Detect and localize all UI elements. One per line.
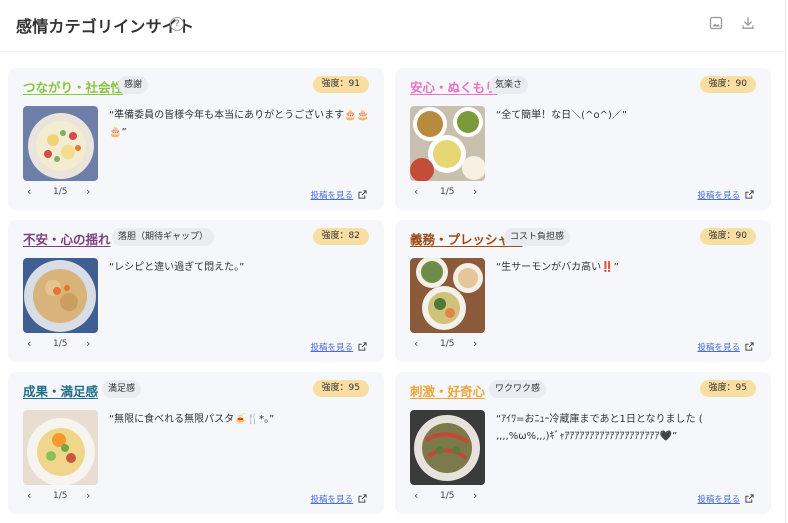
page-count: 1/5	[440, 187, 455, 197]
image-icon[interactable]	[709, 16, 723, 30]
scrollbar-divider	[785, 0, 786, 523]
strength-badge: 強度：91	[312, 76, 369, 93]
chevron-left-icon[interactable]: ‹	[414, 490, 418, 502]
view-post-label: 投稿を見る	[697, 191, 740, 201]
page: 感情カテゴリインサイト ? つながり・社会性 感謝 強度：91 “準備委員の皆様…	[0, 0, 788, 523]
pagination: ‹ 1/5 ›	[23, 186, 98, 200]
pagination: ‹ 1/5 ›	[410, 338, 485, 352]
post-thumbnail[interactable]	[23, 106, 98, 181]
post-thumbnail[interactable]	[410, 410, 485, 485]
emotion-card: 刺激・好奇心 ワクワク感 強度：95 “ｱｲﾜ=おﾆｭｰ冷蔵庫まであと1日となり…	[395, 372, 771, 514]
view-post-link[interactable]: 投稿を見る	[697, 493, 754, 505]
chevron-right-icon[interactable]: ›	[473, 186, 477, 198]
chevron-left-icon[interactable]: ‹	[27, 186, 31, 198]
external-link-icon	[745, 342, 754, 351]
post-thumbnail[interactable]	[23, 410, 98, 485]
post-quote: “ｱｲﾜ=おﾆｭｰ冷蔵庫まであと1日となりました ( ,,,,%ω%,,,)ｷﾞ…	[496, 414, 703, 442]
view-post-label: 投稿を見る	[310, 191, 353, 201]
external-link-icon	[358, 190, 367, 199]
chevron-right-icon[interactable]: ›	[86, 338, 90, 350]
post-quote: “生サーモンがバカ高い‼️”	[496, 262, 619, 273]
strength-badge: 強度：82	[312, 228, 369, 245]
category-link[interactable]: 安心・ぬくもり	[410, 77, 498, 96]
view-post-label: 投稿を見る	[310, 343, 353, 353]
download-icon[interactable]	[741, 16, 755, 30]
external-link-icon	[745, 494, 754, 503]
post-thumbnail[interactable]	[410, 258, 485, 333]
category-link[interactable]: つながり・社会性	[23, 77, 123, 96]
page-count: 1/5	[53, 187, 68, 197]
emotion-tag: ワクワク感	[489, 380, 547, 398]
post-quote: “準備委員の皆様今年も本当にありがとうございます🎂🎂🎂”	[109, 110, 370, 138]
page-count: 1/5	[440, 491, 455, 501]
question-circle-icon[interactable]: ?	[170, 17, 184, 31]
emotion-tag: 落胆（期待ギャップ）	[112, 228, 215, 246]
pagination: ‹ 1/5 ›	[23, 490, 98, 504]
emotion-card: 義務・プレッシャー コスト負担感 強度：90 “生サーモンがバカ高い‼️” ‹ …	[395, 220, 771, 362]
view-post-link[interactable]: 投稿を見る	[697, 189, 754, 201]
emotion-tag: コスト負担感	[504, 228, 571, 246]
chevron-left-icon[interactable]: ‹	[27, 490, 31, 502]
view-post-label: 投稿を見る	[697, 343, 740, 353]
category-link[interactable]: 不安・心の揺れ	[23, 229, 111, 248]
post-quote: “レシピと違い過ぎて悶えた。”	[109, 262, 245, 273]
emotion-card: つながり・社会性 感謝 強度：91 “準備委員の皆様今年も本当にありがとうござい…	[8, 68, 384, 210]
chevron-right-icon[interactable]: ›	[473, 338, 477, 350]
strength-badge: 強度：90	[699, 76, 756, 93]
view-post-link[interactable]: 投稿を見る	[310, 341, 367, 353]
page-count: 1/5	[53, 339, 68, 349]
strength-badge: 強度：95	[312, 380, 369, 397]
post-quote: “全て簡単！な日＼(^o^)／”	[496, 110, 628, 121]
chevron-left-icon[interactable]: ‹	[27, 338, 31, 350]
view-post-link[interactable]: 投稿を見る	[310, 189, 367, 201]
page-title: 感情カテゴリインサイト	[16, 17, 195, 36]
external-link-icon	[358, 342, 367, 351]
chevron-left-icon[interactable]: ‹	[414, 186, 418, 198]
post-thumbnail[interactable]	[410, 106, 485, 181]
category-link[interactable]: 刺激・好奇心	[410, 381, 485, 400]
strength-badge: 強度：95	[699, 380, 756, 397]
emotion-card: 成果・満足感 満足感 強度：95 “無限に食べれる無限パスタ🍝🍴*。” ‹ 1/…	[8, 372, 384, 514]
header-bar: 感情カテゴリインサイト ?	[0, 0, 785, 52]
view-post-label: 投稿を見る	[310, 495, 353, 505]
emotion-tag: 感謝	[118, 76, 149, 94]
post-thumbnail[interactable]	[23, 258, 98, 333]
external-link-icon	[745, 190, 754, 199]
view-post-label: 投稿を見る	[697, 495, 740, 505]
chevron-right-icon[interactable]: ›	[86, 186, 90, 198]
page-count: 1/5	[440, 339, 455, 349]
pagination: ‹ 1/5 ›	[23, 338, 98, 352]
pagination: ‹ 1/5 ›	[410, 490, 485, 504]
category-link[interactable]: 成果・満足感	[23, 381, 98, 400]
chevron-right-icon[interactable]: ›	[473, 490, 477, 502]
emotion-card: 安心・ぬくもり 気楽さ 強度：90 “全て簡単！な日＼(^o^)／” ‹ 1/5…	[395, 68, 771, 210]
view-post-link[interactable]: 投稿を見る	[310, 493, 367, 505]
emotion-tag: 気楽さ	[489, 76, 529, 94]
emotion-card: 不安・心の揺れ 落胆（期待ギャップ） 強度：82 “レシピと違い過ぎて悶えた。”…	[8, 220, 384, 362]
chevron-left-icon[interactable]: ‹	[414, 338, 418, 350]
emotion-tag: 満足感	[102, 380, 142, 398]
strength-badge: 強度：90	[699, 228, 756, 245]
page-count: 1/5	[53, 491, 68, 501]
external-link-icon	[358, 494, 367, 503]
post-quote: “無限に食べれる無限パスタ🍝🍴*。”	[109, 414, 275, 425]
pagination: ‹ 1/5 ›	[410, 186, 485, 200]
view-post-link[interactable]: 投稿を見る	[697, 341, 754, 353]
chevron-right-icon[interactable]: ›	[86, 490, 90, 502]
